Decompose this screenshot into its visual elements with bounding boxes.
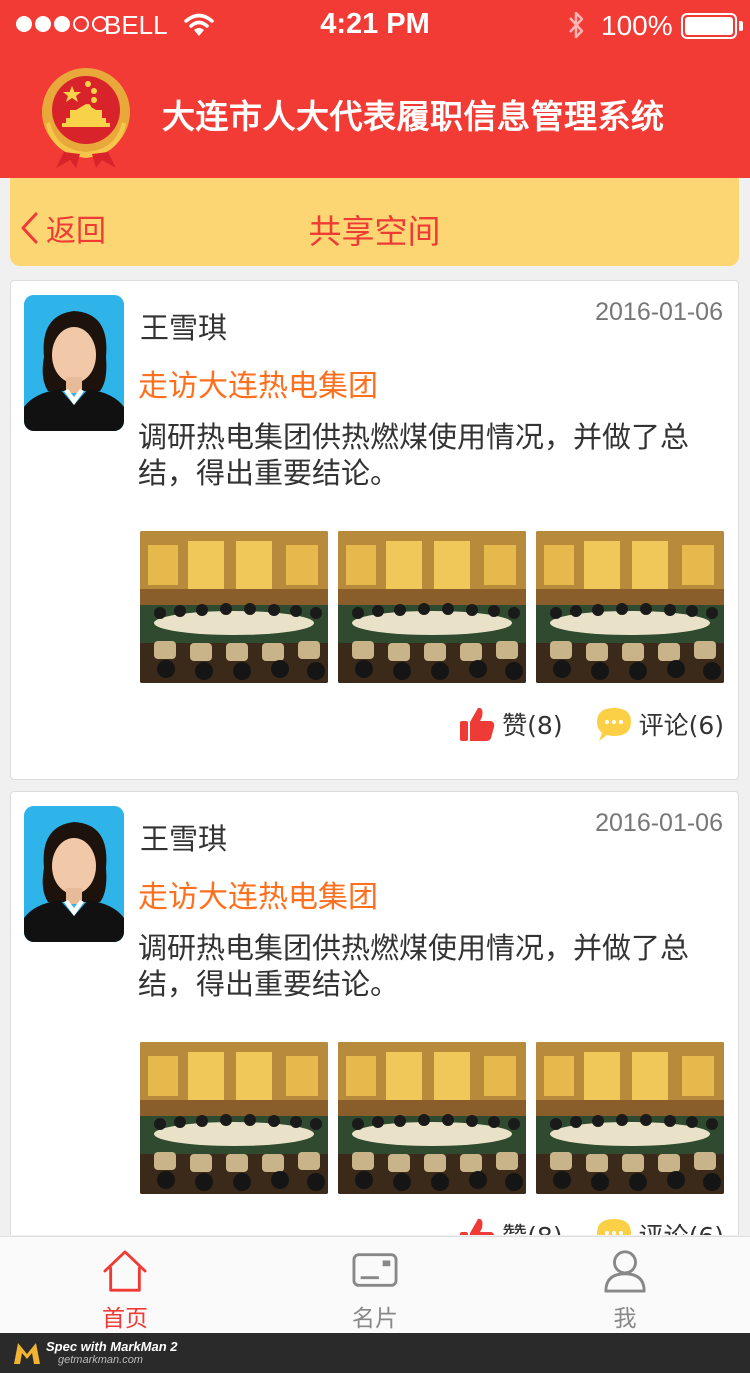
post-title[interactable]: 走访大连热电集团 <box>138 872 378 916</box>
photo-grid <box>140 531 724 683</box>
avatar[interactable] <box>24 295 124 431</box>
thumbs-up-icon <box>460 707 495 741</box>
markman-logo-icon <box>14 1343 40 1364</box>
markman-watermark: Spec with MarkMan 2 getmarkman.com <box>0 1333 750 1373</box>
tab-card[interactable]: 名片 <box>250 1237 500 1333</box>
app-title: 大连市人大代表履职信息管理系统 <box>162 97 665 136</box>
tab-label: 首页 <box>102 1306 148 1332</box>
photo-grid <box>140 1042 724 1194</box>
battery-percent: 100% <box>601 10 673 41</box>
tab-home[interactable]: 首页 <box>0 1237 250 1333</box>
tab-label: 我 <box>613 1306 637 1332</box>
author-name[interactable]: 王雪琪 <box>140 816 227 858</box>
page-title: 共享空间 <box>308 212 441 251</box>
tab-label: 名片 <box>352 1306 398 1332</box>
post-photo[interactable] <box>536 1042 724 1194</box>
comment-count: 评论(6) <box>639 1217 724 1235</box>
post-feed[interactable]: 王雪琪 2016-01-06 走访大连热电集团 调研热电集团供热燃煤使用情况，并… <box>10 280 739 1235</box>
thumbs-up-icon <box>460 1218 495 1235</box>
home-icon <box>103 1250 147 1292</box>
post-body: 调研热电集团供热燃煤使用情况，并做了总结，得出重要结论。 <box>138 931 690 1001</box>
post-photo[interactable] <box>140 531 328 683</box>
card-icon <box>352 1253 398 1287</box>
app-header: BELL 4:21 PM 100% 大连市人大代表履职信息管理系统 <box>0 0 750 178</box>
nav-bar: 返回 共享空间 <box>10 178 739 266</box>
post-photo[interactable] <box>536 531 724 683</box>
like-count: 赞(8) <box>502 711 563 740</box>
user-icon <box>604 1250 646 1293</box>
post-card[interactable]: 王雪琪 2016-01-06 走访大连热电集团 调研热电集团供热燃煤使用情况，并… <box>10 280 739 780</box>
post-card[interactable]: 王雪琪 2016-01-06 走访大连热电集团 调研热电集团供热燃煤使用情况，并… <box>10 791 739 1235</box>
post-photo[interactable] <box>338 531 526 683</box>
comment-count: 评论(6) <box>638 711 724 740</box>
tab-bar: 首页 名片 我 <box>0 1236 750 1333</box>
author-name[interactable]: 王雪琪 <box>140 305 227 347</box>
comment-bubble-icon <box>596 1219 631 1235</box>
avatar[interactable] <box>24 806 124 942</box>
comment-bubble-icon <box>596 708 631 741</box>
comment-button[interactable]: 评论(6) <box>595 1216 724 1235</box>
status-bar: BELL 4:21 PM 100% <box>0 0 750 52</box>
national-emblem-icon <box>42 68 130 168</box>
like-count: 赞(8) <box>502 1217 562 1235</box>
post-photo[interactable] <box>140 1042 328 1194</box>
post-date: 2016-01-06 <box>595 298 723 326</box>
comment-button[interactable]: 评论(6) <box>595 705 724 743</box>
markman-brand: Spec with MarkMan 2 <box>46 1339 178 1354</box>
post-title[interactable]: 走访大连热电集团 <box>138 361 378 405</box>
markman-url: getmarkman.com <box>58 1354 143 1366</box>
like-button[interactable]: 赞(8) <box>458 705 563 743</box>
post-date: 2016-01-06 <box>595 809 723 837</box>
post-body: 调研热电集团供热燃煤使用情况，并做了总结，得出重要结论。 <box>138 420 690 490</box>
tab-me[interactable]: 我 <box>500 1237 750 1333</box>
bluetooth-icon <box>569 11 584 39</box>
post-actions: 赞(8) 评论(6) <box>458 705 724 743</box>
like-button[interactable]: 赞(8) <box>458 1216 563 1235</box>
post-actions: 赞(8) 评论(6) <box>458 1216 724 1235</box>
battery-icon <box>681 13 737 39</box>
post-photo[interactable] <box>338 1042 526 1194</box>
